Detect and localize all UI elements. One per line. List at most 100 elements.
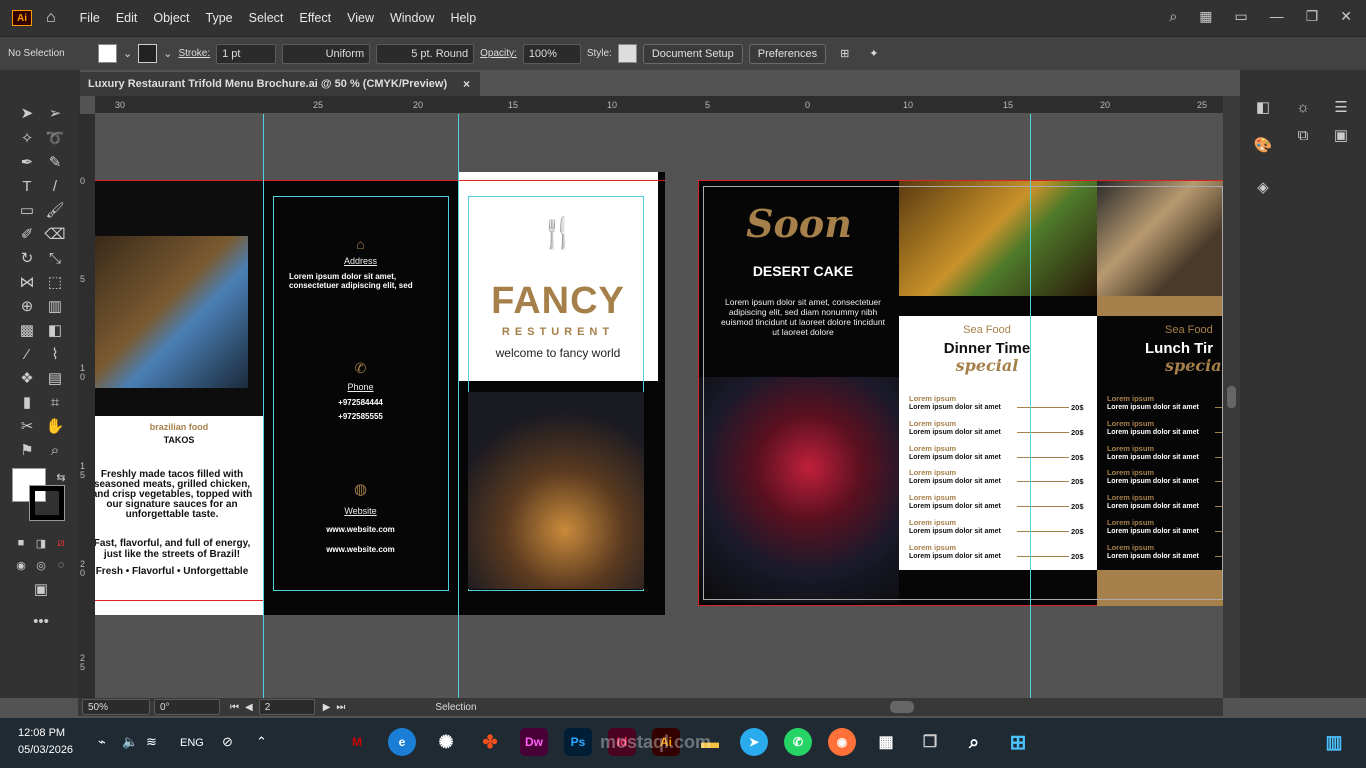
firefox-icon[interactable]: ◉ bbox=[828, 728, 856, 756]
next-artboard-icon[interactable]: ▶ bbox=[323, 702, 331, 713]
mcafee-icon[interactable]: M bbox=[343, 728, 371, 756]
direct-selection-tool-icon[interactable]: ➢ bbox=[44, 102, 66, 124]
draw-behind-icon[interactable]: ◎ bbox=[30, 554, 52, 576]
pen-tool-icon[interactable]: ✒ bbox=[16, 151, 38, 173]
preferences-button[interactable]: Preferences bbox=[748, 43, 827, 64]
eyedropper-icon[interactable]: ⁄ bbox=[16, 343, 38, 365]
menu-object[interactable]: Object bbox=[145, 11, 197, 25]
close-tab-icon[interactable]: × bbox=[463, 77, 470, 91]
artboard-tool-icon[interactable]: ⌗ bbox=[44, 391, 66, 413]
last-artboard-icon[interactable]: ⏭ bbox=[336, 702, 345, 713]
symbol-sprayer-icon[interactable]: ❖ bbox=[16, 367, 38, 389]
gradient-panel-icon[interactable]: ◧ bbox=[1252, 96, 1274, 118]
chevron-down-icon[interactable]: ⌄ bbox=[163, 47, 172, 60]
stroke-color-box[interactable] bbox=[29, 485, 65, 521]
curvature-tool-icon[interactable]: ✎ bbox=[44, 151, 66, 173]
opacity-label[interactable]: Opacity: bbox=[480, 44, 517, 64]
restore-icon[interactable]: ❐ bbox=[1306, 8, 1319, 25]
search-icon[interactable]: ⌕ bbox=[1169, 8, 1177, 25]
arrange-documents-icon[interactable]: ▦ bbox=[1199, 8, 1212, 25]
menu-type[interactable]: Type bbox=[198, 11, 241, 25]
workspace-icon[interactable]: ▭ bbox=[1234, 8, 1247, 25]
zoom-field[interactable]: 50% bbox=[82, 699, 150, 715]
free-transform-icon[interactable]: ⬚ bbox=[44, 271, 66, 293]
horizontal-scroll-thumb[interactable] bbox=[890, 701, 914, 713]
edge-icon[interactable]: e bbox=[388, 728, 416, 756]
whatsapp-icon[interactable]: ✆ bbox=[784, 728, 812, 756]
selection-tool-icon[interactable]: ➤ bbox=[16, 102, 38, 124]
magic-wand-icon[interactable]: ✧ bbox=[16, 127, 38, 149]
vertical-scrollbar[interactable] bbox=[1223, 96, 1240, 698]
type-tool-icon[interactable]: T bbox=[16, 175, 38, 197]
minimize-icon[interactable]: — bbox=[1270, 8, 1284, 25]
photoshop-icon[interactable]: Ps bbox=[564, 728, 592, 756]
draw-normal-icon[interactable]: ◉ bbox=[10, 554, 32, 576]
column-graph-icon[interactable]: ▤ bbox=[44, 367, 66, 389]
menu-help[interactable]: Help bbox=[442, 11, 484, 25]
document-setup-button[interactable]: Document Setup bbox=[642, 43, 743, 64]
previous-artboard-icon[interactable]: ◀ bbox=[245, 702, 253, 713]
width-tool-icon[interactable]: ⋈ bbox=[16, 271, 38, 293]
wifi-icon[interactable]: ≋ bbox=[146, 734, 157, 750]
arrange-icon[interactable]: ⊞ bbox=[840, 47, 849, 60]
shaper-tool-icon[interactable]: ✐ bbox=[16, 223, 38, 245]
recolor-icon[interactable]: ✦ bbox=[869, 47, 878, 60]
widgets-icon[interactable]: ▥ bbox=[1320, 728, 1348, 756]
artboard-number[interactable]: 2 bbox=[258, 699, 315, 715]
windows-start-icon[interactable]: ⊞ bbox=[1004, 728, 1032, 756]
gradient-mode-icon[interactable]: ◨ bbox=[30, 532, 52, 554]
language-indicator[interactable]: ENG bbox=[180, 737, 204, 749]
mesh-tool-icon[interactable]: ▩ bbox=[16, 319, 38, 341]
style-swatch[interactable] bbox=[617, 44, 637, 63]
appearance-icon[interactable]: ☼ bbox=[1292, 96, 1314, 118]
perspective-grid-icon[interactable]: ▥ bbox=[44, 295, 66, 317]
swap-colors-icon[interactable]: ⇆ bbox=[50, 466, 72, 488]
notifications-off-icon[interactable]: ⊘ bbox=[222, 734, 233, 750]
close-icon[interactable]: ✕ bbox=[1340, 8, 1352, 25]
brush-definition[interactable]: 5 pt. Round bbox=[376, 43, 475, 64]
rotate-tool-icon[interactable]: ↻ bbox=[16, 247, 38, 269]
zoom-tool-icon[interactable]: ⌕ bbox=[44, 439, 66, 461]
search-icon[interactable]: ⌕ bbox=[960, 728, 988, 756]
stroke-profile[interactable]: Uniform bbox=[282, 43, 371, 64]
gradient-tool-icon[interactable]: ◧ bbox=[44, 319, 66, 341]
first-artboard-icon[interactable]: ⏮ bbox=[230, 702, 239, 713]
chevron-up-icon[interactable]: ⌃ bbox=[256, 734, 267, 750]
chevron-down-icon[interactable]: ⌄ bbox=[123, 47, 132, 60]
properties-icon[interactable]: ☰ bbox=[1330, 96, 1352, 118]
asset-export-icon[interactable]: ⧉ bbox=[1292, 124, 1314, 146]
battery-icon[interactable]: ⌁ bbox=[98, 734, 106, 750]
menu-select[interactable]: Select bbox=[241, 11, 292, 25]
stroke-weight-field[interactable]: 1 pt bbox=[216, 43, 277, 64]
shape-builder-icon[interactable]: ⊕ bbox=[16, 295, 38, 317]
lasso-icon[interactable]: ➰ bbox=[44, 127, 66, 149]
opacity-field[interactable]: 100% bbox=[522, 43, 581, 64]
layers-icon[interactable]: ◈ bbox=[1252, 176, 1274, 198]
menu-effect[interactable]: Effect bbox=[291, 11, 339, 25]
chatgpt-icon[interactable]: ✺ bbox=[432, 728, 460, 756]
blend-tool-icon[interactable]: ⌇ bbox=[44, 343, 66, 365]
menu-file[interactable]: File bbox=[72, 11, 108, 25]
stroke-swatch[interactable] bbox=[138, 44, 158, 63]
dreamweaver-icon[interactable]: Dw bbox=[520, 728, 548, 756]
screen-mode-icon[interactable]: ▣ bbox=[30, 578, 52, 600]
more-tools-icon[interactable]: ••• bbox=[30, 610, 52, 632]
rotate-view-field[interactable]: 0° bbox=[154, 699, 220, 715]
artboard-canvas[interactable]: brazilian food TAKOS Freshly made tacos … bbox=[95, 114, 1223, 698]
menu-window[interactable]: Window bbox=[382, 11, 442, 25]
hand-tool-icon[interactable]: ✋ bbox=[44, 415, 66, 437]
color-mode-icon[interactable]: ■ bbox=[10, 532, 32, 554]
store-icon[interactable]: ▦ bbox=[872, 728, 900, 756]
draw-inside-icon[interactable]: ◌ bbox=[50, 554, 72, 576]
rectangle-tool-icon[interactable]: ▭ bbox=[16, 199, 38, 221]
volume-icon[interactable]: 🔈 bbox=[122, 734, 138, 750]
libraries-icon[interactable]: ▣ bbox=[1330, 124, 1352, 146]
line-tool-icon[interactable]: / bbox=[44, 175, 66, 197]
stroke-label[interactable]: Stroke: bbox=[178, 44, 210, 64]
figma-icon[interactable]: ✤ bbox=[476, 728, 504, 756]
bar-chart-icon[interactable]: ▮ bbox=[16, 391, 38, 413]
telegram-icon[interactable]: ➤ bbox=[740, 728, 768, 756]
task-view-icon[interactable]: ❐ bbox=[916, 728, 944, 756]
color-panel-icon[interactable]: 🎨 bbox=[1252, 134, 1274, 156]
fill-swatch[interactable] bbox=[98, 44, 117, 63]
